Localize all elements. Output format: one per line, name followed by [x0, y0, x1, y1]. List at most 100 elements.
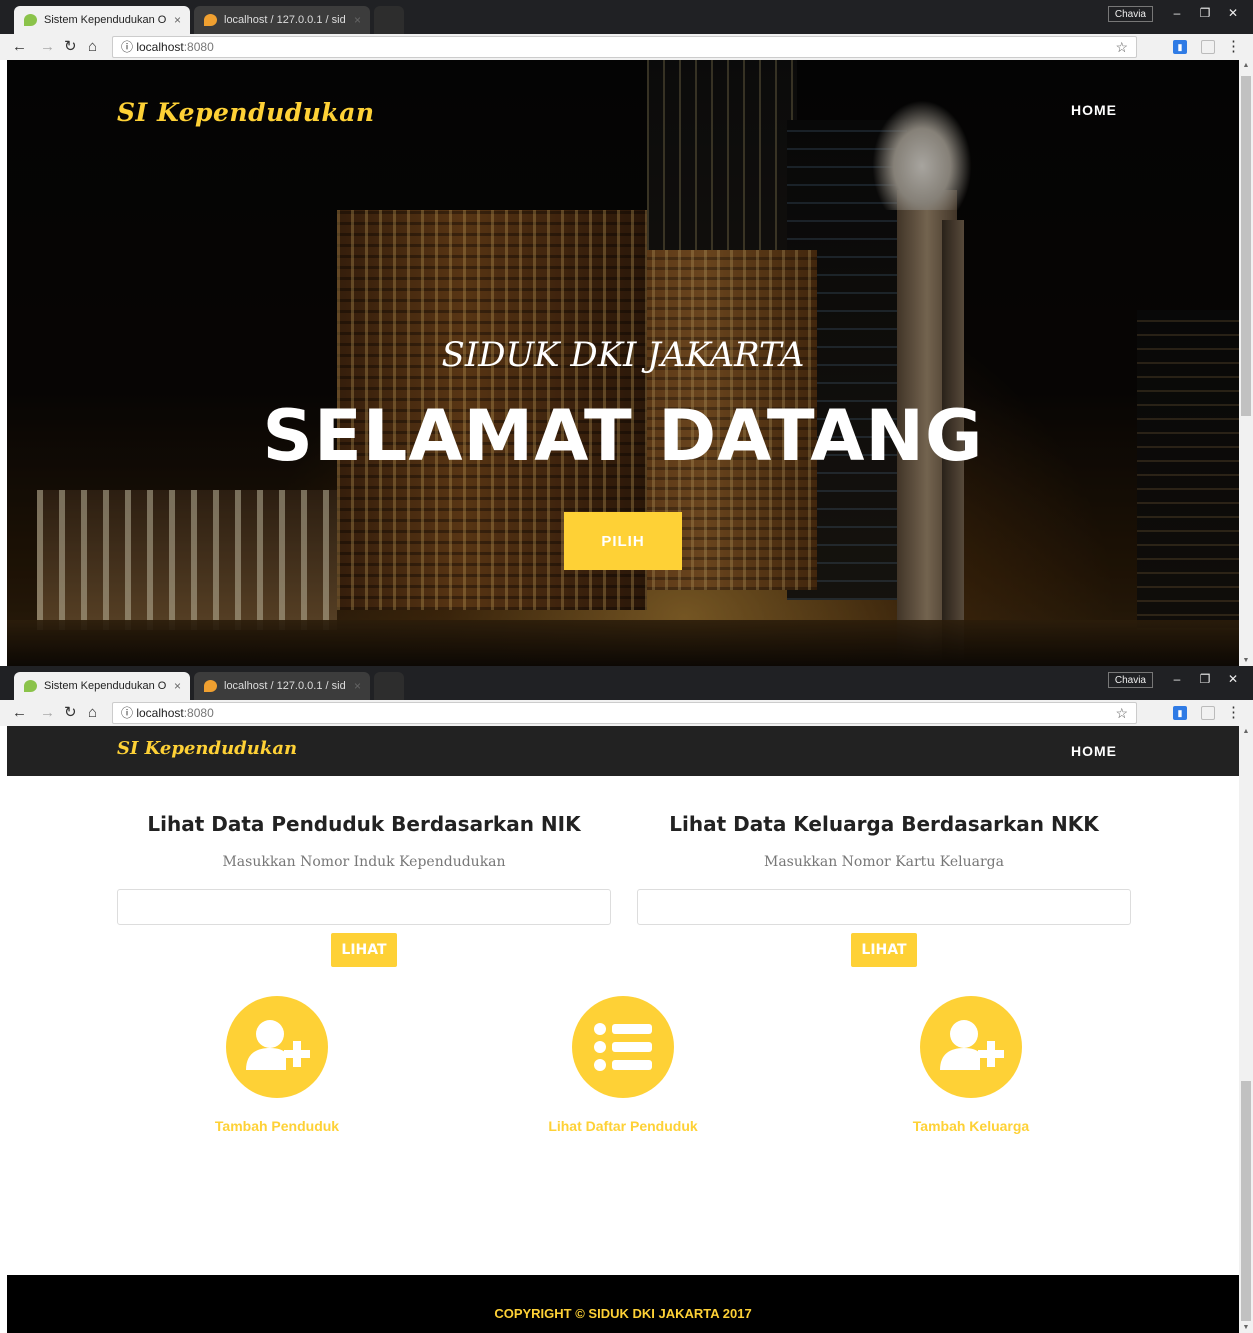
pilih-button[interactable]: PILIH	[564, 512, 682, 570]
close-icon[interactable]: ×	[354, 672, 361, 700]
page-edge	[0, 726, 7, 1333]
feature-circle[interactable]	[226, 996, 328, 1098]
extension-icon[interactable]	[1201, 40, 1215, 54]
nik-search-section: Lihat Data Penduduk Berdasarkan NIK Masu…	[117, 812, 611, 967]
nav-home-link[interactable]: HOME	[1071, 102, 1117, 118]
close-icon[interactable]: ×	[174, 6, 181, 34]
minimize-icon[interactable]: –	[1163, 670, 1191, 688]
reload-icon[interactable]: ↻	[64, 703, 77, 723]
lihat-nkk-button[interactable]: LIHAT	[851, 933, 917, 967]
home-icon[interactable]: ⌂	[88, 37, 97, 57]
tab-sistem-kependudukan[interactable]: Sistem Kependudukan O ×	[14, 672, 190, 700]
close-window-icon[interactable]: ✕	[1219, 4, 1247, 22]
navbar: SI Kependudukan HOME	[7, 726, 1239, 776]
browser-window-menu: Sistem Kependudukan O × localhost / 127.…	[0, 666, 1253, 1333]
scroll-down-icon[interactable]: ▼	[1239, 1324, 1253, 1331]
tab-sistem-kependudukan[interactable]: Sistem Kependudukan O ×	[14, 6, 190, 34]
url-host: localhost	[136, 40, 184, 54]
forward-icon[interactable]: →	[40, 37, 55, 57]
user-plus-icon	[246, 1020, 310, 1070]
scrollbar[interactable]: ▲ ▼	[1239, 726, 1253, 1333]
page-edge	[0, 60, 7, 666]
feature-circle[interactable]	[572, 996, 674, 1098]
new-tab-button[interactable]	[374, 6, 404, 34]
info-icon: ⓘ	[121, 706, 137, 720]
scroll-up-icon[interactable]: ▲	[1239, 62, 1253, 69]
forward-icon[interactable]: →	[40, 703, 55, 723]
url-port: :8080	[183, 706, 214, 720]
nik-section-title: Lihat Data Penduduk Berdasarkan NIK	[147, 812, 581, 836]
feature-label[interactable]: Lihat Daftar Penduduk	[473, 1118, 773, 1134]
profile-button[interactable]: Chavia	[1107, 672, 1153, 688]
sailboat-icon	[204, 14, 217, 26]
nik-input[interactable]	[117, 889, 611, 925]
scrollbar-thumb[interactable]	[1241, 1081, 1251, 1321]
nkk-search-section: Lihat Data Keluarga Berdasarkan NKK Masu…	[637, 812, 1131, 967]
nav-home-link[interactable]: HOME	[1071, 743, 1117, 759]
tab-title: localhost / 127.0.0.1 / sid	[224, 680, 346, 692]
scrollbar[interactable]: ▲ ▼	[1239, 60, 1253, 666]
profile-button[interactable]: Chavia	[1107, 6, 1153, 22]
brand-logo[interactable]: SI Kependudukan	[117, 98, 375, 127]
tab-strip: Sistem Kependudukan O × localhost / 127.…	[0, 666, 1253, 700]
window-controls: – ❐ ✕	[1163, 4, 1247, 22]
address-bar: ← → ↻ ⌂ ⓘ localhost:8080 ☆ ▮ ⋮	[0, 34, 1253, 60]
extension-icon[interactable]: ▮	[1173, 706, 1187, 720]
leaf-icon	[24, 680, 37, 692]
url-port: :8080	[183, 40, 214, 54]
url-host: localhost	[136, 706, 184, 720]
home-icon[interactable]: ⌂	[88, 703, 97, 723]
footer: COPYRIGHT © SIDUK DKI JAKARTA 2017	[7, 1275, 1239, 1333]
minimize-icon[interactable]: –	[1163, 4, 1191, 22]
extension-icon[interactable]	[1201, 706, 1215, 720]
restore-icon[interactable]: ❐	[1191, 670, 1219, 688]
nkk-input[interactable]	[637, 889, 1131, 925]
browser-window-hero: Sistem Kependudukan O × localhost / 127.…	[0, 0, 1253, 666]
tab-strip: Sistem Kependudukan O × localhost / 127.…	[0, 0, 1253, 34]
close-window-icon[interactable]: ✕	[1219, 670, 1247, 688]
hero-section: SI Kependudukan HOME SIDUK DKI JAKARTA S…	[7, 60, 1239, 666]
copyright-text: COPYRIGHT © SIDUK DKI JAKARTA 2017	[494, 1306, 752, 1321]
url-input[interactable]: ⓘ localhost:8080 ☆	[112, 702, 1137, 724]
info-icon: ⓘ	[121, 40, 137, 54]
hero-subheading: SIDUK DKI JAKARTA	[441, 335, 805, 375]
back-icon[interactable]: ←	[12, 703, 27, 723]
back-icon[interactable]: ←	[12, 37, 27, 57]
list-icon	[594, 1023, 652, 1071]
tab-title: Sistem Kependudukan O	[44, 680, 167, 692]
tab-phpmyadmin[interactable]: localhost / 127.0.0.1 / sid ×	[194, 6, 370, 34]
url-input[interactable]: ⓘ localhost:8080 ☆	[112, 36, 1137, 58]
tab-title: localhost / 127.0.0.1 / sid	[224, 14, 346, 26]
feature-label[interactable]: Tambah Penduduk	[127, 1118, 427, 1134]
nkk-hint: Masukkan Nomor Kartu Keluarga	[764, 854, 1004, 870]
star-icon[interactable]: ☆	[1115, 37, 1128, 57]
hero-heading: SELAMAT DATANG	[262, 395, 984, 477]
menu-icon[interactable]: ⋮	[1226, 37, 1241, 57]
address-bar: ← → ↻ ⌂ ⓘ localhost:8080 ☆ ▮ ⋮	[0, 700, 1253, 726]
lihat-nik-button[interactable]: LIHAT	[331, 933, 397, 967]
lihat-daftar-penduduk-feature[interactable]: Lihat Daftar Penduduk	[473, 996, 773, 1134]
scroll-up-icon[interactable]: ▲	[1239, 728, 1253, 735]
brand-logo[interactable]: SI Kependudukan	[117, 738, 297, 759]
menu-icon[interactable]: ⋮	[1226, 703, 1241, 723]
feature-circle[interactable]	[920, 996, 1022, 1098]
new-tab-button[interactable]	[374, 672, 404, 700]
leaf-icon	[24, 14, 37, 26]
star-icon[interactable]: ☆	[1115, 703, 1128, 723]
close-icon[interactable]: ×	[354, 6, 361, 34]
tab-title: Sistem Kependudukan O	[44, 14, 167, 26]
tambah-keluarga-feature[interactable]: Tambah Keluarga	[821, 996, 1121, 1134]
feature-label[interactable]: Tambah Keluarga	[821, 1118, 1121, 1134]
tab-phpmyadmin[interactable]: localhost / 127.0.0.1 / sid ×	[194, 672, 370, 700]
sailboat-icon	[204, 680, 217, 692]
close-icon[interactable]: ×	[174, 672, 181, 700]
scroll-down-icon[interactable]: ▼	[1239, 657, 1253, 664]
restore-icon[interactable]: ❐	[1191, 4, 1219, 22]
scrollbar-thumb[interactable]	[1241, 76, 1251, 416]
tambah-penduduk-feature[interactable]: Tambah Penduduk	[127, 996, 427, 1134]
page-viewport: SI Kependudukan HOME SIDUK DKI JAKARTA S…	[7, 60, 1239, 666]
nkk-section-title: Lihat Data Keluarga Berdasarkan NKK	[669, 812, 1099, 836]
extension-icon[interactable]: ▮	[1173, 40, 1187, 54]
window-controls: – ❐ ✕	[1163, 670, 1247, 688]
reload-icon[interactable]: ↻	[64, 37, 77, 57]
